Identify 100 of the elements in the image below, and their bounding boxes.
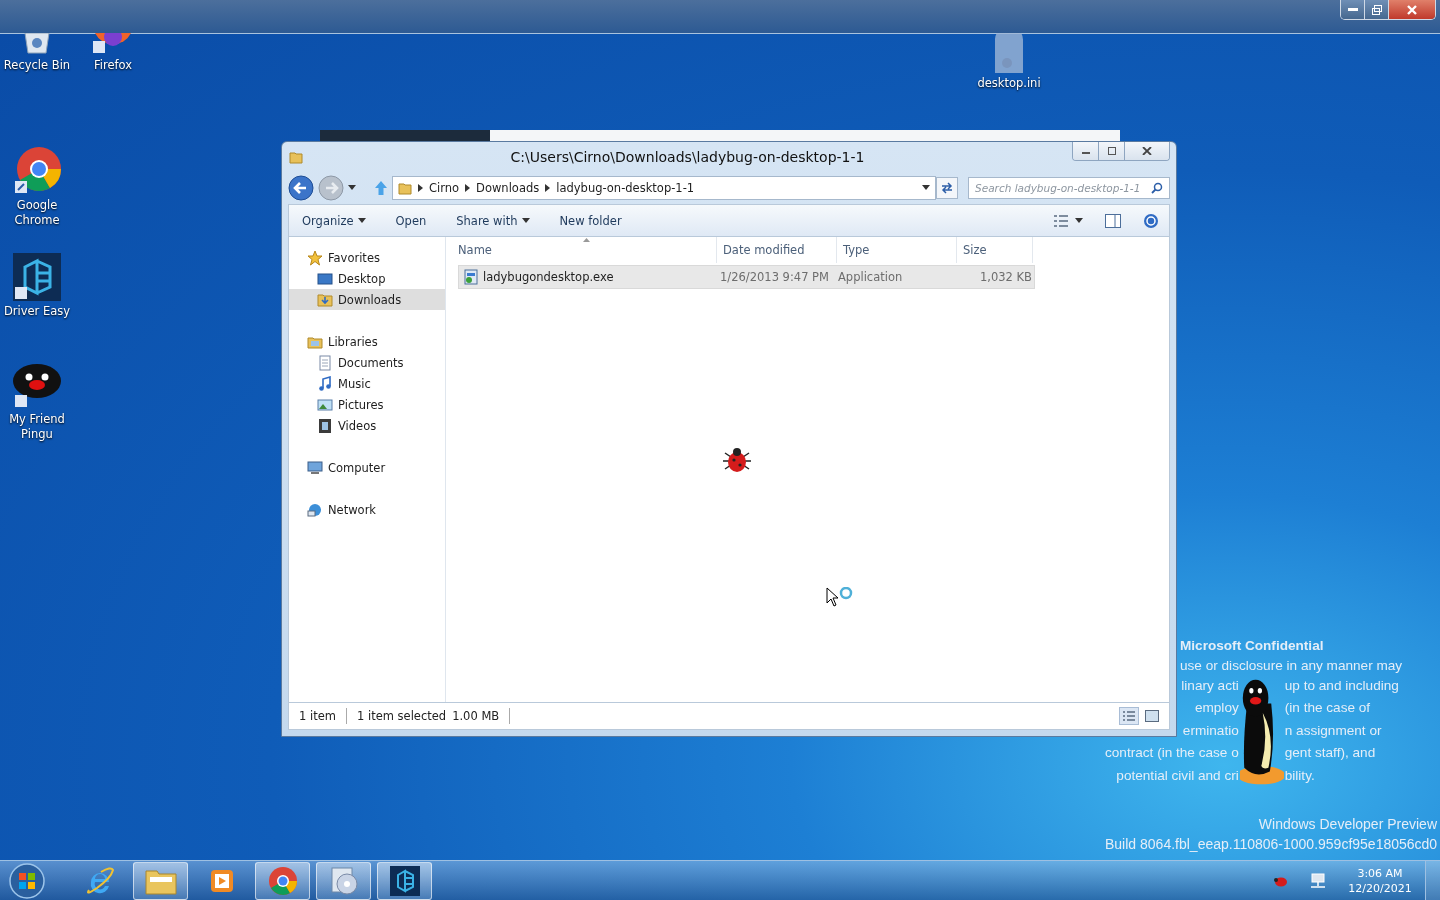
column-header[interactable]: Size <box>957 237 1033 263</box>
chevron-icon[interactable] <box>545 184 551 192</box>
window-title: C:\Users\Cirno\Downloads\ladybug-on-desktop-1-1 <box>509 149 866 165</box>
toolbar-button[interactable]: Share with <box>449 209 537 232</box>
penguin-icon[interactable] <box>13 363 61 409</box>
confidential-text: bility. <box>1284 766 1316 785</box>
desktop-icon-label[interactable]: Google Chrome <box>2 198 72 228</box>
status-text: 1 item <box>299 709 336 723</box>
column-header[interactable]: Type <box>837 237 957 263</box>
folder-icon <box>317 291 333 308</box>
restore-icon <box>1370 4 1383 15</box>
clock-time: 3:06 AM <box>1357 865 1403 881</box>
toolbar-button[interactable]: Open <box>388 209 434 232</box>
taskbar-button[interactable] <box>133 861 188 900</box>
dropdown-caret-icon <box>521 218 530 223</box>
refresh-icon <box>940 181 954 195</box>
search-icon <box>1151 182 1163 194</box>
file-name: ladybugondesktop.exe <box>483 270 614 284</box>
details-view-icon[interactable] <box>1119 707 1139 725</box>
dropdown-caret-icon[interactable] <box>348 185 356 191</box>
table-cell-text: Application <box>838 270 904 284</box>
desktop-icon <box>317 270 333 287</box>
clock-date: 12/20/2021 <box>1348 880 1412 896</box>
edition-text: Windows Developer Preview <box>1257 815 1437 834</box>
sidebar-item[interactable]: Pictures <box>289 394 445 415</box>
close-icon <box>1142 147 1152 155</box>
confidential-title: Microsoft Confidential <box>1179 637 1325 655</box>
toolbar-button[interactable]: Organize <box>295 209 373 232</box>
confidential-text: (in the case of <box>1284 699 1372 718</box>
sidebar-item[interactable]: Videos <box>289 415 445 436</box>
dropdown-caret-icon[interactable] <box>1075 218 1083 223</box>
toolbar-button[interactable]: New folder <box>552 209 629 232</box>
sidebar-item[interactable]: Computer <box>289 457 445 478</box>
column-header[interactable]: Date modified <box>717 237 837 263</box>
dropdown-caret-icon <box>357 218 366 223</box>
breadcrumb-item[interactable]: Downloads <box>476 181 540 195</box>
star-icon <box>307 249 323 266</box>
desktop-icon-label[interactable]: Firefox <box>78 58 148 73</box>
breadcrumb-item[interactable]: Cirno <box>429 181 460 195</box>
sort-caret-icon <box>583 238 590 242</box>
sidebar-item[interactable]: Network <box>289 499 445 520</box>
application-icon <box>463 269 479 285</box>
chevron-icon[interactable] <box>418 184 423 192</box>
confidential-text: contract (in the case o <box>1105 744 1239 763</box>
sidebar-item[interactable]: Libraries <box>289 331 445 352</box>
back-icon[interactable] <box>288 175 314 201</box>
sidebar-item[interactable]: Favorites <box>289 247 445 268</box>
dropdown-caret-icon[interactable] <box>922 185 930 191</box>
minimize-button[interactable] <box>1341 0 1365 19</box>
start-button[interactable] <box>8 861 46 900</box>
build-text: Build 8064.fbl_eeap.110806-1000.959cf95e18056cd0 <box>1105 835 1437 854</box>
media-player-icon <box>209 868 234 893</box>
maximize-button[interactable] <box>1099 142 1125 160</box>
folder-icon <box>289 150 303 164</box>
desktop-icon-label[interactable]: desktop.ini <box>974 76 1044 91</box>
network-icon[interactable] <box>1309 872 1327 889</box>
address-bar[interactable]: Cirno Downloads ladybug-on-desktop-1-1 <box>392 176 936 200</box>
status-text: 1.00 MB <box>452 709 500 723</box>
minimize-icon <box>1347 8 1358 11</box>
chrome-icon[interactable] <box>13 147 61 195</box>
close-button[interactable] <box>1125 142 1169 160</box>
driver-easy-icon[interactable] <box>13 253 61 301</box>
desktop-icon-label[interactable]: Driver Easy <box>2 304 72 319</box>
minimize-button[interactable] <box>1073 142 1099 160</box>
confidential-text: gent staff), and <box>1284 744 1377 763</box>
restore-button[interactable] <box>1365 0 1389 19</box>
sidebar-item[interactable]: Desktop <box>289 268 445 289</box>
confidential-text: erminatio <box>1182 721 1239 740</box>
chrome-icon <box>267 865 298 896</box>
clock[interactable]: 3:06 AM 12/20/2021 <box>1345 865 1415 896</box>
taskbar-button[interactable] <box>377 861 432 900</box>
close-button[interactable] <box>1389 0 1435 19</box>
status-text: 1 item selected <box>356 709 447 723</box>
breadcrumb-item[interactable]: ladybug-on-desktop-1-1 <box>556 181 695 195</box>
sidebar-item[interactable]: Downloads <box>289 289 445 310</box>
chevron-icon[interactable] <box>465 184 471 192</box>
network-icon <box>307 501 323 518</box>
ie-icon <box>84 865 115 896</box>
confidential-text: n assignment or <box>1284 721 1383 740</box>
desktop-icon-label[interactable]: My Friend Pingu <box>2 412 72 442</box>
sidebar-item[interactable]: Music <box>289 373 445 394</box>
large-icons-view-icon[interactable] <box>1145 710 1159 722</box>
confidential-text: use or disclosure in any manner may <box>1179 657 1404 675</box>
sidebar-item[interactable]: Documents <box>289 352 445 373</box>
desktop-icon-label[interactable]: Recycle Bin <box>2 58 72 73</box>
folder-icon <box>398 181 412 195</box>
confidential-text: employ <box>1194 699 1239 718</box>
refresh-button[interactable] <box>936 177 958 199</box>
driver-easy-icon <box>389 865 420 896</box>
maximize-icon <box>1106 147 1117 155</box>
document-icon <box>317 354 333 371</box>
view-options-icon[interactable] <box>1053 214 1069 227</box>
preview-pane-icon[interactable] <box>1105 213 1121 228</box>
disc-icon <box>328 865 359 896</box>
file-row[interactable]: ladybugondesktop.exe 1/26/2013 9:47 PM Application 1,032 KB <box>458 265 1035 289</box>
picture-icon <box>317 396 333 413</box>
confidential-text: linary acti <box>1181 677 1239 695</box>
search-field[interactable]: Search ladybug-on-desktop-1-1 <box>968 177 1170 199</box>
busy-cursor-icon <box>826 587 854 609</box>
close-icon <box>1406 4 1418 15</box>
